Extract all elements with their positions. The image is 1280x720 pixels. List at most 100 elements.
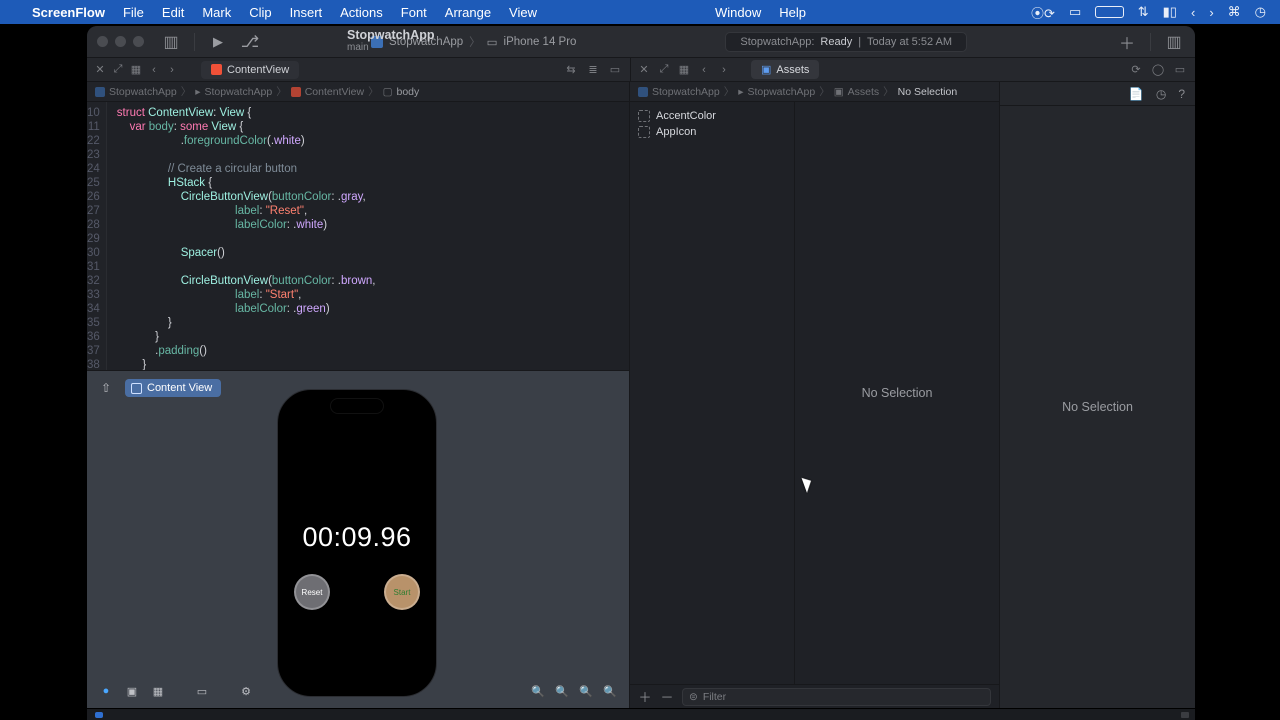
minimize-window-icon[interactable] [115, 36, 126, 47]
tab-assets[interactable]: ▣ Assets [751, 60, 819, 79]
toggle-navigator-icon[interactable]: ▥ [160, 31, 182, 53]
screen-share-icon[interactable]: ▭ [1069, 4, 1081, 20]
menu-arrange[interactable]: Arrange [445, 5, 491, 20]
control-center-icon[interactable]: ⌘ [1228, 4, 1241, 20]
variants-icon[interactable]: ▦ [149, 682, 167, 700]
zoom-fit-icon[interactable]: 🔍 [553, 682, 571, 700]
recording-indicator-icon[interactable]: ⦿⟳ [1031, 3, 1055, 22]
menu-mark[interactable]: Mark [202, 5, 231, 20]
menu-help[interactable]: Help [779, 5, 806, 20]
nav-back-icon[interactable]: ‹ [697, 63, 711, 77]
menu-window[interactable]: Window [715, 5, 761, 20]
git-branch-label[interactable]: main [347, 42, 369, 53]
grid-icon[interactable]: ▦ [677, 63, 691, 77]
code-line[interactable]: CircleButtonView(buttonColor: .gray, [117, 190, 376, 204]
battery-icon[interactable]: ▮▯ [1163, 4, 1177, 20]
navigator-toggle-icon[interactable]: ⤢ [657, 63, 671, 77]
code-line[interactable] [117, 148, 376, 162]
nav-back-icon[interactable]: ‹ [147, 63, 161, 77]
adjust-editor-icon[interactable]: ▭ [1173, 63, 1187, 77]
forward-icon[interactable]: › [1209, 5, 1213, 20]
preview-selector-chip[interactable]: Content View [125, 379, 221, 397]
code-line[interactable]: CircleButtonView(buttonColor: .brown, [117, 274, 376, 288]
history-inspector-icon[interactable]: ◷ [1156, 87, 1166, 101]
assets-breadcrumb[interactable]: StopwatchApp 〉 ▸ StopwatchApp 〉 ▣ Assets… [630, 82, 999, 102]
menu-file[interactable]: File [123, 5, 144, 20]
code-line[interactable]: labelColor: .green) [117, 302, 376, 316]
close-tab-icon[interactable]: ✕ [93, 63, 107, 77]
code-line[interactable]: } [117, 316, 376, 330]
crumb[interactable]: StopwatchApp [652, 86, 720, 98]
refresh-icon[interactable]: ⟳ [1129, 63, 1143, 77]
jump-icon[interactable]: ⇆ [564, 63, 578, 77]
reset-button[interactable]: Reset [294, 574, 330, 610]
debug-area-footer[interactable] [87, 708, 1195, 720]
pin-preview-icon[interactable]: ⇧ [101, 381, 111, 395]
code-line[interactable]: labelColor: .white) [117, 218, 376, 232]
remove-asset-icon[interactable]: － [660, 687, 674, 706]
zoom-actual-icon[interactable]: 🔍 [577, 682, 595, 700]
circle-icon[interactable]: ◯ [1151, 63, 1165, 77]
grid-icon[interactable]: ▦ [129, 63, 143, 77]
code-line[interactable]: struct ContentView: View { [117, 106, 376, 120]
window-traffic-lights[interactable] [97, 36, 144, 47]
activity-status[interactable]: StopwatchApp: Ready | Today at 5:52 AM [725, 32, 967, 52]
library-icon[interactable]: ▥ [1163, 31, 1185, 53]
code-line[interactable] [117, 260, 376, 274]
close-window-icon[interactable] [97, 36, 108, 47]
selectable-icon[interactable]: ▣ [123, 682, 141, 700]
code-line[interactable]: Spacer() [117, 246, 376, 260]
file-inspector-icon[interactable]: 📄 [1129, 87, 1144, 101]
preview-settings-icon[interactable]: ⚙ [237, 682, 255, 700]
code-line[interactable]: } [117, 330, 376, 344]
menu-edit[interactable]: Edit [162, 5, 184, 20]
crumb[interactable]: ContentView [305, 86, 364, 98]
menu-view[interactable]: View [509, 5, 537, 20]
nav-forward-icon[interactable]: › [717, 63, 731, 77]
crumb[interactable]: StopwatchApp [109, 86, 177, 98]
menu-insert[interactable]: Insert [290, 5, 323, 20]
scheme-branch-icon[interactable]: ⎇ [239, 31, 261, 53]
code-line[interactable]: label: "Reset", [117, 204, 376, 218]
menu-actions[interactable]: Actions [340, 5, 383, 20]
crumb[interactable]: StopwatchApp [205, 86, 273, 98]
code-line[interactable]: .foregroundColor(.white) [117, 134, 376, 148]
code-line[interactable]: // Create a circular button [117, 162, 376, 176]
zoom-out-icon[interactable]: 🔍 [529, 682, 547, 700]
clock-icon[interactable]: ◷ [1255, 4, 1266, 20]
bluetooth-icon[interactable]: ⇅ [1138, 4, 1149, 20]
add-target-icon[interactable]: ＋ [1116, 31, 1138, 53]
code-line[interactable]: } [117, 358, 376, 370]
close-tab-icon[interactable]: ✕ [637, 63, 651, 77]
asset-item[interactable]: AccentColor [636, 108, 788, 124]
code-editor[interactable]: 1011222324252627282930313233343536373839… [87, 102, 629, 370]
live-preview-icon[interactable]: ● [97, 682, 115, 700]
code-line[interactable]: HStack { [117, 176, 376, 190]
crumb[interactable]: Assets [848, 86, 880, 98]
navigator-toggle-icon[interactable]: ⤢ [111, 63, 125, 77]
menu-clip[interactable]: Clip [249, 5, 271, 20]
add-asset-icon[interactable]: ＋ [638, 687, 652, 706]
resize-grip-icon[interactable] [1181, 712, 1189, 718]
frontmost-app-name[interactable]: ScreenFlow [32, 5, 105, 20]
back-icon[interactable]: ‹ [1191, 5, 1195, 20]
code-line[interactable]: label: "Start", [117, 288, 376, 302]
nav-forward-icon[interactable]: › [165, 63, 179, 77]
iphone-preview[interactable]: 00:09.96 Reset Start [277, 389, 437, 697]
crumb[interactable]: body [397, 86, 420, 98]
start-button[interactable]: Start [384, 574, 420, 610]
tab-contentview[interactable]: ContentView [201, 61, 299, 79]
menu-font[interactable]: Font [401, 5, 427, 20]
minimap-icon[interactable]: ≣ [586, 63, 600, 77]
asset-filter-field[interactable]: ⊜ Filter [682, 688, 991, 706]
code-line[interactable]: .padding() [117, 344, 376, 358]
code-line[interactable]: var body: some View { [117, 120, 376, 134]
code-body[interactable]: struct ContentView: View { var body: som… [107, 102, 376, 370]
preview-canvas[interactable]: ⇧ Content View 00:09.96 Reset Start [87, 370, 629, 708]
help-inspector-icon[interactable]: ? [1178, 87, 1185, 101]
zoom-in-icon[interactable]: 🔍 [601, 682, 619, 700]
zoom-window-icon[interactable] [133, 36, 144, 47]
run-button-icon[interactable]: ▶ [207, 31, 229, 53]
device-settings-icon[interactable]: ▭ [193, 682, 211, 700]
asset-list[interactable]: AccentColorAppIcon [630, 102, 795, 684]
